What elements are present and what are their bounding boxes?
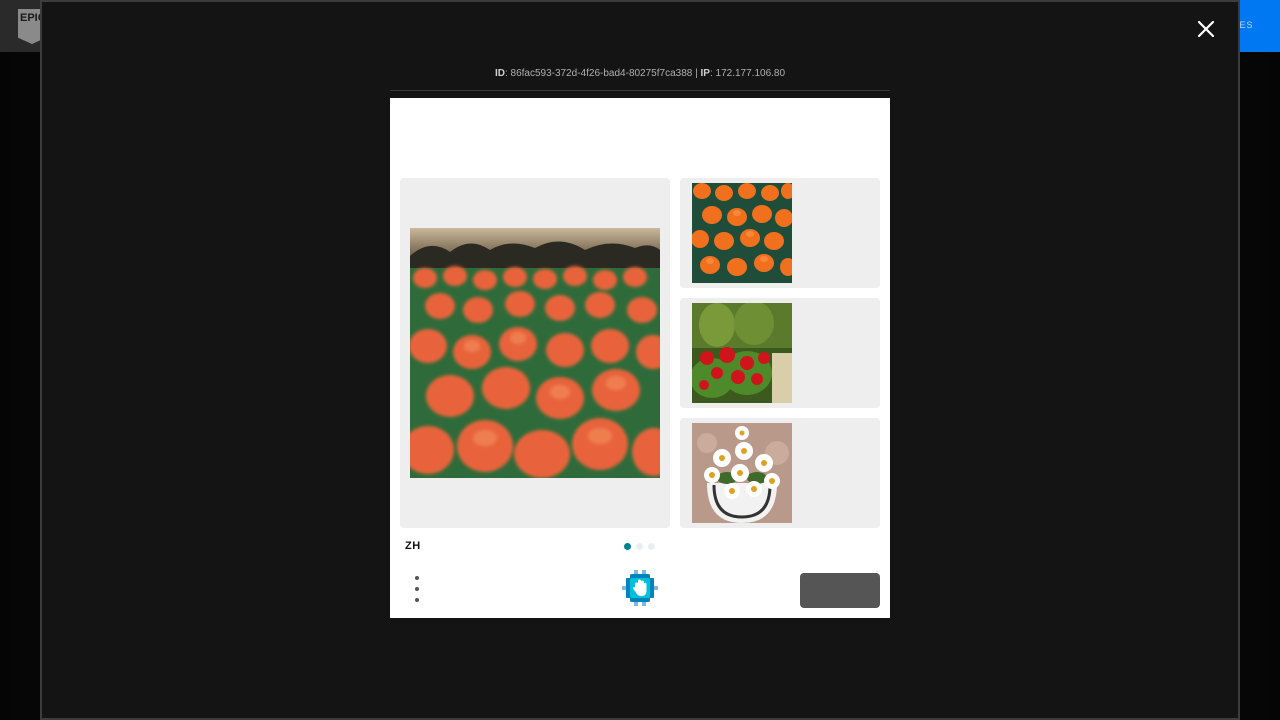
choice-option-3[interactable]: [680, 418, 880, 528]
session-info: ID: 86fac593-372d-4f26-bad4-80275f7ca388…: [494, 68, 786, 79]
session-id-label: ID: [494, 68, 505, 79]
more-options-button[interactable]: [410, 576, 424, 602]
language-selector[interactable]: ZH: [405, 540, 421, 552]
ip-label: IP: [700, 68, 710, 79]
menu-dot: [415, 587, 419, 591]
ip-value: 172.177.106.80: [715, 68, 786, 79]
page-dot[interactable]: [636, 543, 643, 550]
choice-option-1[interactable]: [680, 178, 880, 288]
page-dot[interactable]: [624, 543, 631, 550]
choice-label-2: [814, 298, 874, 408]
main-image-panel: [400, 178, 670, 528]
submit-button[interactable]: [800, 573, 880, 608]
captcha-challenge: ZH: [390, 98, 890, 618]
menu-dot: [415, 598, 419, 602]
pagination-dots: [624, 543, 655, 551]
daisies-vase-thumbnail: [692, 423, 792, 523]
session-separator: |: [695, 68, 698, 79]
hcaptcha-logo-icon[interactable]: [622, 570, 658, 606]
red-flowers-hedge-thumbnail: [692, 303, 792, 403]
menu-dot: [415, 576, 419, 580]
tulip-field-thumbnail: [692, 183, 792, 283]
divider: [390, 90, 890, 91]
choice-label-1: [814, 178, 874, 288]
page-dot[interactable]: [648, 543, 655, 550]
close-icon[interactable]: [1194, 17, 1218, 41]
choice-option-2[interactable]: [680, 298, 880, 408]
session-id-value: 86fac593-372d-4f26-bad4-80275f7ca388: [510, 68, 693, 79]
tulip-field-image: [410, 228, 660, 478]
choice-label-3: [814, 418, 874, 528]
